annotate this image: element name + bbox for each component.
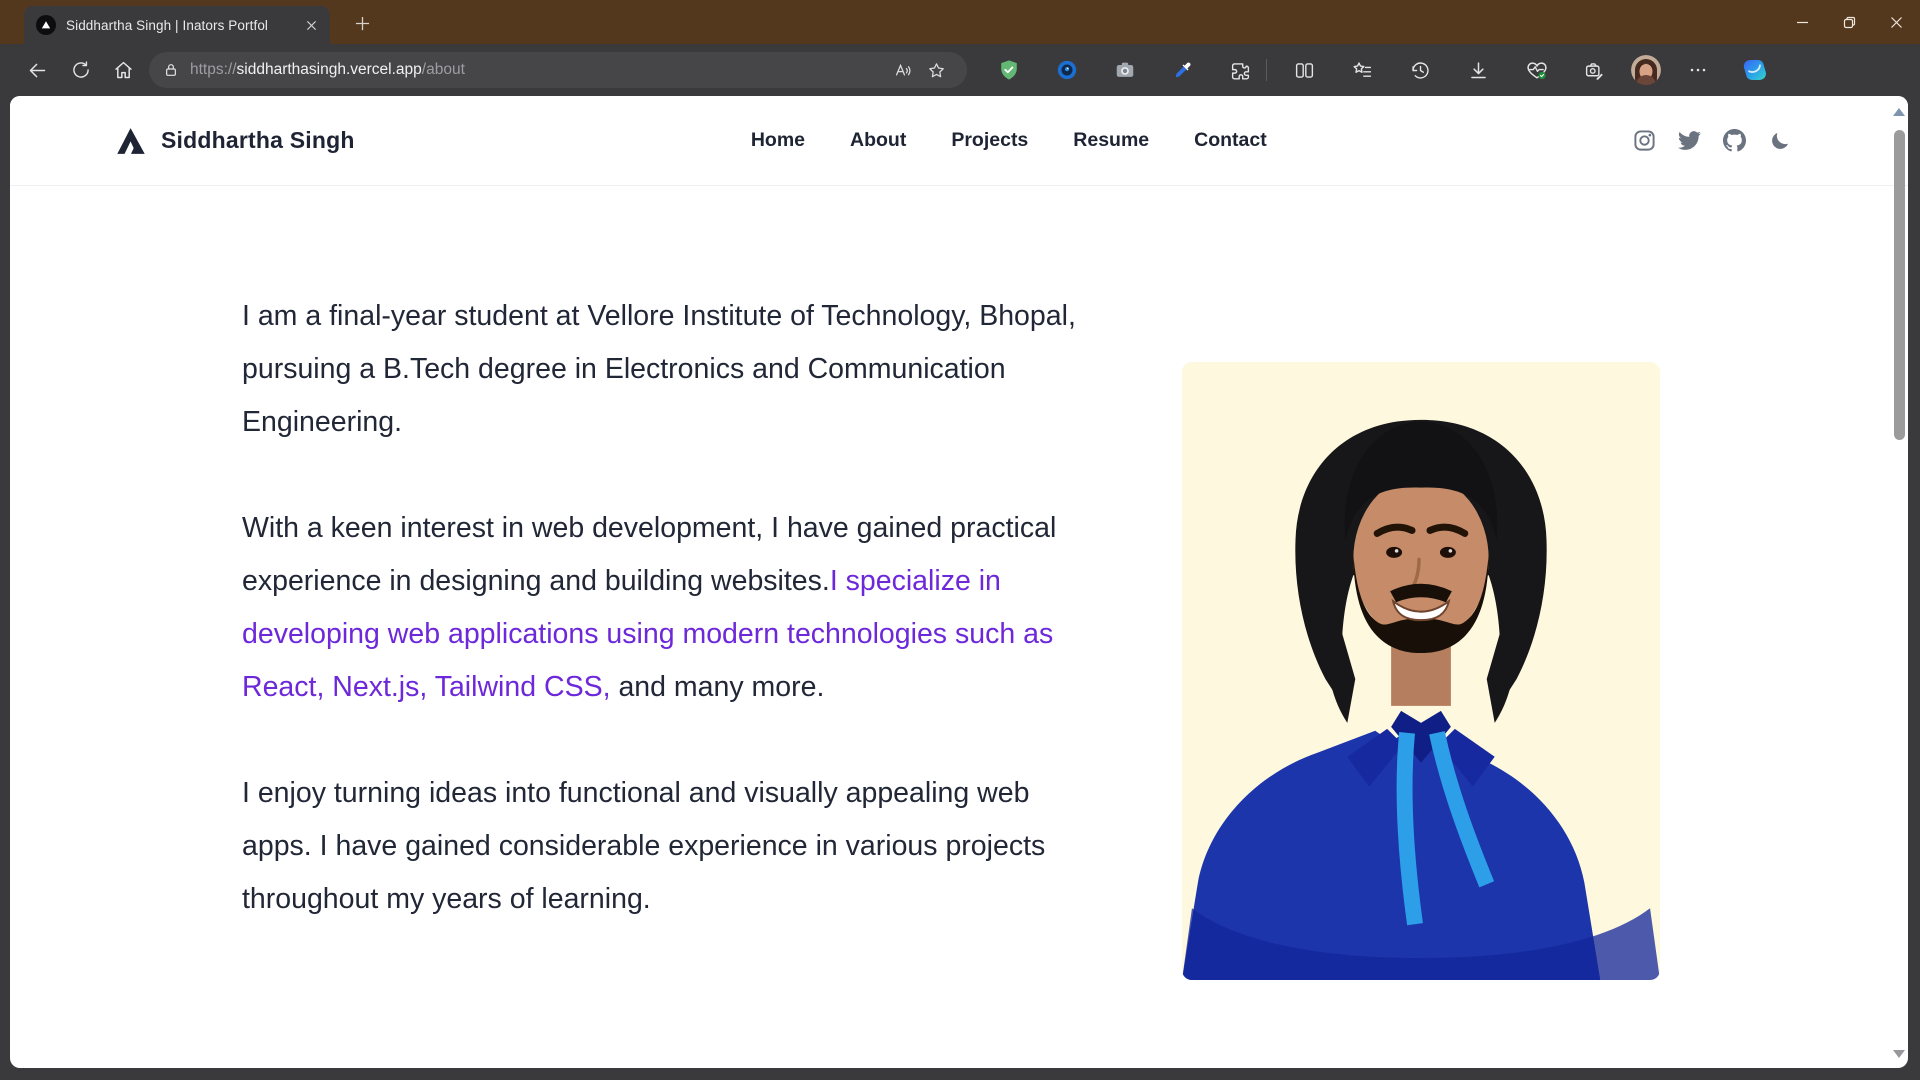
browser-tab[interactable]: Siddhartha Singh | Inators Portfol bbox=[24, 6, 330, 44]
refresh-icon[interactable] bbox=[59, 52, 102, 88]
browser-titlebar: Siddhartha Singh | Inators Portfol bbox=[0, 0, 1920, 44]
github-icon[interactable] bbox=[1723, 129, 1747, 153]
url-scheme: https:// bbox=[190, 61, 237, 78]
page-scrollbar[interactable] bbox=[1890, 96, 1908, 1068]
social-links bbox=[1633, 129, 1792, 153]
about-paragraph-3: I enjoy turning ideas into functional an… bbox=[242, 767, 1087, 926]
dark-mode-moon-icon[interactable] bbox=[1768, 129, 1792, 153]
back-icon[interactable] bbox=[16, 52, 59, 88]
nav-link-home[interactable]: Home bbox=[751, 129, 805, 152]
eyedropper-extension-icon[interactable] bbox=[1161, 52, 1204, 88]
address-bar[interactable]: https://siddharthasingh.vercel.app/about bbox=[149, 52, 967, 88]
window-restore-button[interactable] bbox=[1826, 0, 1873, 44]
instagram-icon[interactable] bbox=[1633, 129, 1657, 153]
adguard-extension-icon[interactable] bbox=[987, 52, 1030, 88]
about-paragraph-1: I am a final-year student at Vellore Ins… bbox=[242, 290, 1087, 449]
about-paragraph-2: With a keen interest in web development,… bbox=[242, 502, 1087, 714]
tab-title: Siddhartha Singh | Inators Portfol bbox=[66, 18, 294, 33]
read-aloud-icon[interactable] bbox=[885, 55, 919, 85]
content-frame: Siddhartha Singh Home About Projects Res… bbox=[0, 96, 1920, 1080]
brand-name: Siddhartha Singh bbox=[161, 127, 355, 154]
nav-link-projects[interactable]: Projects bbox=[951, 129, 1028, 152]
toolbar-divider bbox=[1266, 59, 1267, 81]
more-menu-icon[interactable] bbox=[1676, 52, 1719, 88]
site-nav: Home About Projects Resume Contact bbox=[721, 129, 1267, 152]
downloads-icon[interactable] bbox=[1457, 52, 1500, 88]
extensions-puzzle-icon[interactable] bbox=[1219, 52, 1262, 88]
site-header: Siddhartha Singh Home About Projects Res… bbox=[10, 96, 1908, 186]
tab-favicon-icon bbox=[36, 15, 56, 35]
lock-icon[interactable] bbox=[163, 62, 179, 78]
profile-photo bbox=[1182, 362, 1660, 980]
url-text[interactable]: https://siddharthasingh.vercel.app/about bbox=[190, 61, 885, 79]
site-brand[interactable]: Siddhartha Singh bbox=[116, 127, 355, 155]
about-section: I am a final-year student at Vellore Ins… bbox=[242, 290, 1087, 979]
new-tab-button[interactable] bbox=[350, 11, 374, 35]
scroll-up-arrow-icon[interactable] bbox=[1893, 108, 1905, 116]
twitter-icon[interactable] bbox=[1678, 129, 1702, 153]
profile-avatar[interactable] bbox=[1631, 55, 1661, 85]
camera-extension-icon[interactable] bbox=[1103, 52, 1146, 88]
url-path: /about bbox=[422, 61, 465, 78]
favorites-list-icon[interactable] bbox=[1341, 52, 1384, 88]
nav-link-resume[interactable]: Resume bbox=[1073, 129, 1149, 152]
split-screen-icon[interactable] bbox=[1283, 52, 1326, 88]
nav-link-about[interactable]: About bbox=[850, 129, 906, 152]
history-icon[interactable] bbox=[1399, 52, 1442, 88]
scroll-down-arrow-icon[interactable] bbox=[1893, 1050, 1905, 1058]
favorite-star-icon[interactable] bbox=[919, 55, 953, 85]
web-capture-icon[interactable] bbox=[1573, 52, 1616, 88]
browser-toolbar: https://siddharthasingh.vercel.app/about bbox=[0, 44, 1920, 96]
site-logo-icon bbox=[116, 127, 146, 155]
browser-essentials-icon[interactable] bbox=[1515, 52, 1558, 88]
copilot-icon[interactable] bbox=[1734, 52, 1777, 88]
webpage: Siddhartha Singh Home About Projects Res… bbox=[10, 96, 1908, 1068]
tab-close-icon[interactable] bbox=[300, 14, 322, 36]
nav-link-contact[interactable]: Contact bbox=[1194, 129, 1267, 152]
scrollbar-thumb[interactable] bbox=[1894, 130, 1905, 440]
blue-circle-extension-icon[interactable] bbox=[1045, 52, 1088, 88]
window-minimize-button[interactable] bbox=[1779, 0, 1826, 44]
url-host: siddharthasingh.vercel.app bbox=[237, 61, 422, 78]
home-icon[interactable] bbox=[102, 52, 145, 88]
about-paragraph-2-tail: and many more. bbox=[611, 671, 825, 703]
window-close-button[interactable] bbox=[1873, 0, 1920, 44]
